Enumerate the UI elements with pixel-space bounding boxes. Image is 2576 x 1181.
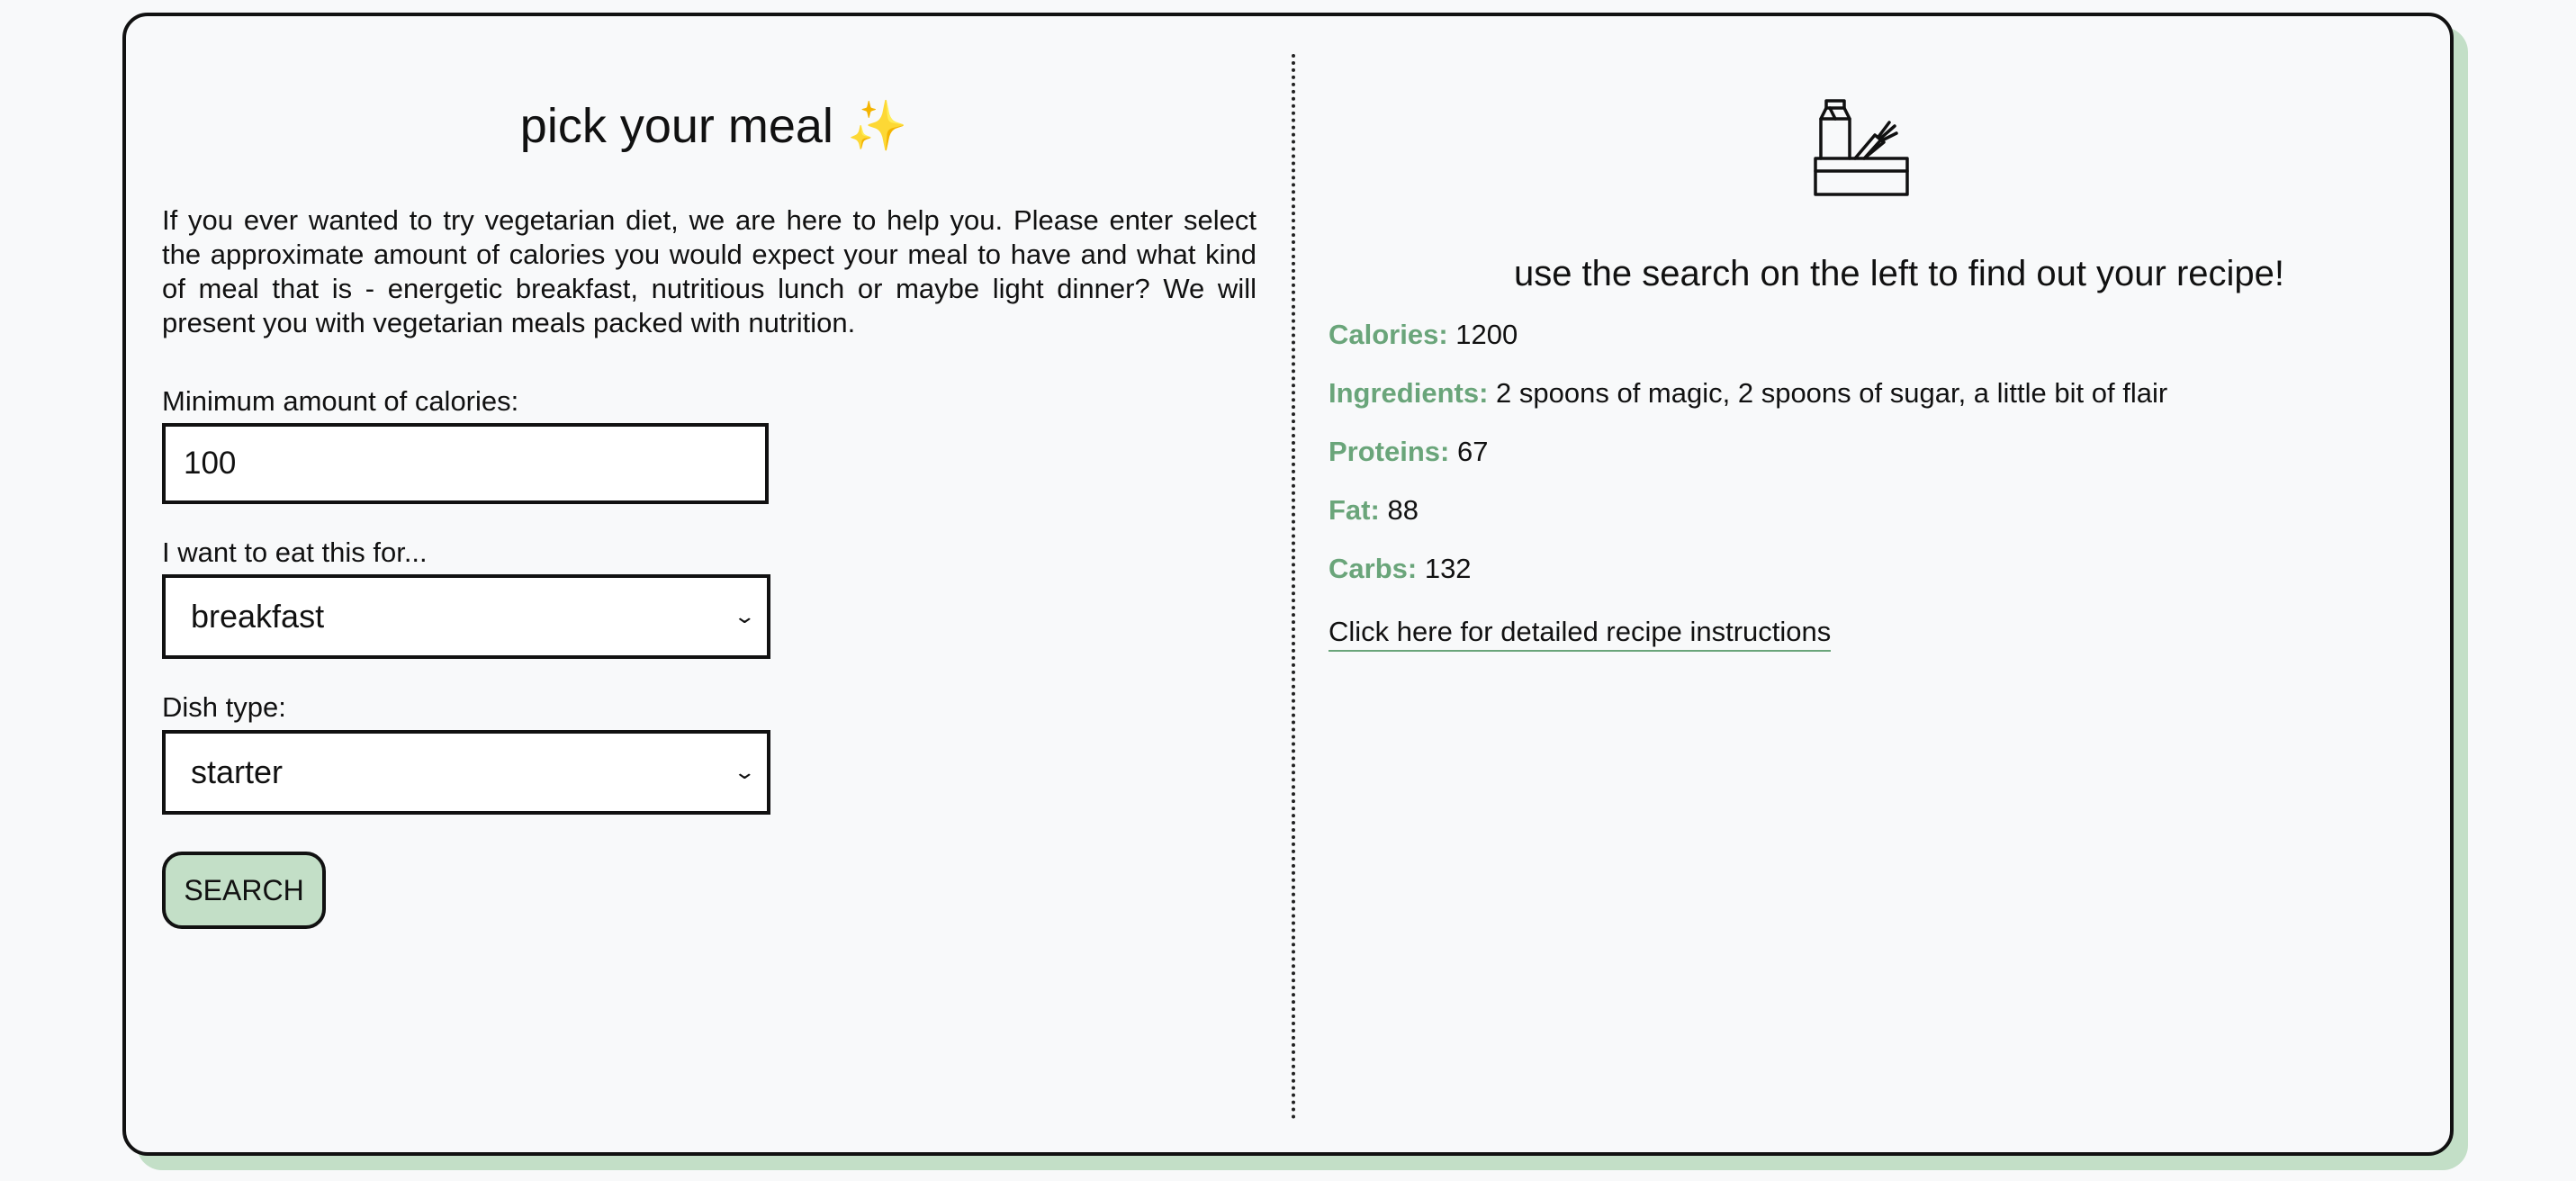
meal-label: I want to eat this for... [162, 536, 428, 568]
chevron-down-icon: ⌄ [732, 605, 756, 627]
carbs-stat: Carbs: 132 [1329, 551, 1472, 587]
groceries-icon [1814, 99, 1909, 196]
proteins-stat: Proteins: 67 [1329, 434, 1488, 470]
proteins-stat-value: 67 [1456, 436, 1489, 467]
carbs-stat-value: 132 [1424, 553, 1472, 584]
fat-stat-value: 88 [1387, 494, 1419, 526]
ingredients-stat-key: Ingredients: [1329, 377, 1489, 409]
intro-text: If you ever wanted to try vegetarian die… [162, 204, 1256, 338]
dish-type-label: Dish type: [162, 691, 286, 723]
recipe-instructions-link[interactable]: Click here for detailed recipe instructi… [1329, 614, 1832, 652]
page-title-text: pick your meal [519, 99, 833, 153]
calories-stat-key: Calories: [1329, 319, 1448, 350]
main-card: pick your meal ✨ If you ever wanted to t… [122, 13, 2454, 1156]
search-button[interactable]: SEARCH [162, 852, 326, 929]
result-heading: use the search on the left to find out y… [1513, 254, 2285, 293]
sparkles-icon: ✨ [846, 99, 908, 153]
calories-input[interactable]: 100 [162, 423, 769, 504]
column-divider [1292, 54, 1295, 1120]
fat-stat-key: Fat: [1329, 494, 1380, 526]
meal-select[interactable]: breakfast ⌄ [162, 574, 770, 659]
carbs-stat-key: Carbs: [1329, 553, 1418, 584]
calories-stat: Calories: 1200 [1329, 317, 1518, 353]
fat-stat: Fat: 88 [1329, 492, 1419, 528]
meal-select-value: breakfast [191, 598, 325, 635]
chevron-down-icon: ⌄ [732, 761, 756, 783]
calories-stat-value: 1200 [1455, 319, 1518, 350]
calories-input-value: 100 [184, 446, 237, 481]
proteins-stat-key: Proteins: [1329, 436, 1450, 467]
dish-type-select-value: starter [191, 753, 284, 790]
dish-type-select[interactable]: starter ⌄ [162, 730, 770, 815]
page-title: pick your meal ✨ [171, 94, 1256, 158]
ingredients-stat-value: 2 spoons of magic, 2 spoons of sugar, a … [1496, 377, 2168, 409]
ingredients-stat: Ingredients: 2 spoons of magic, 2 spoons… [1329, 375, 2167, 411]
calories-label: Minimum amount of calories: [162, 385, 519, 417]
